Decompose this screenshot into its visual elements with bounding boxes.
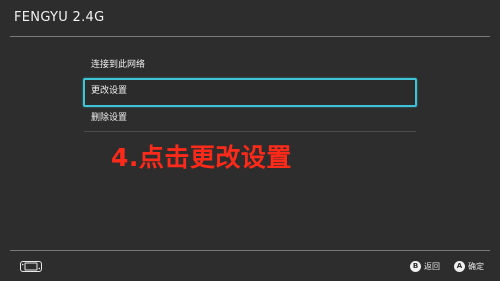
confirm-action[interactable]: A 确定: [454, 261, 484, 272]
confirm-label: 确定: [468, 262, 484, 271]
menu-item-label: 删除设置: [91, 113, 128, 123]
header-divider: [10, 36, 490, 37]
tutorial-annotation: 4.点击更改设置: [111, 143, 292, 172]
menu-item-change-settings[interactable]: 更改设置: [83, 78, 417, 107]
menu-item-connect[interactable]: 连接到此网络: [84, 53, 416, 79]
back-label: 返回: [424, 262, 440, 271]
network-options-menu: 连接到此网络 更改设置 删除设置: [83, 53, 417, 132]
wifi-settings-screen: FENGYU 2.4G 连接到此网络 更改设置 删除设置 4.点击更改设置 B …: [0, 0, 500, 281]
selection-highlight: [83, 78, 417, 107]
switch-console-icon: [20, 261, 42, 272]
footer: B 返回 A 确定: [0, 251, 500, 281]
network-name-title: FENGYU 2.4G: [14, 10, 105, 25]
b-button-icon: B: [410, 261, 421, 272]
menu-divider: [84, 131, 416, 132]
menu-item-label: 连接到此网络: [91, 60, 146, 70]
back-action[interactable]: B 返回: [410, 261, 440, 272]
menu-item-delete-settings[interactable]: 删除设置: [84, 106, 416, 132]
a-button-icon: A: [454, 261, 465, 272]
menu-item-label: 更改设置: [91, 86, 128, 96]
header: FENGYU 2.4G: [0, 0, 500, 36]
footer-actions: B 返回 A 确定: [410, 260, 484, 273]
